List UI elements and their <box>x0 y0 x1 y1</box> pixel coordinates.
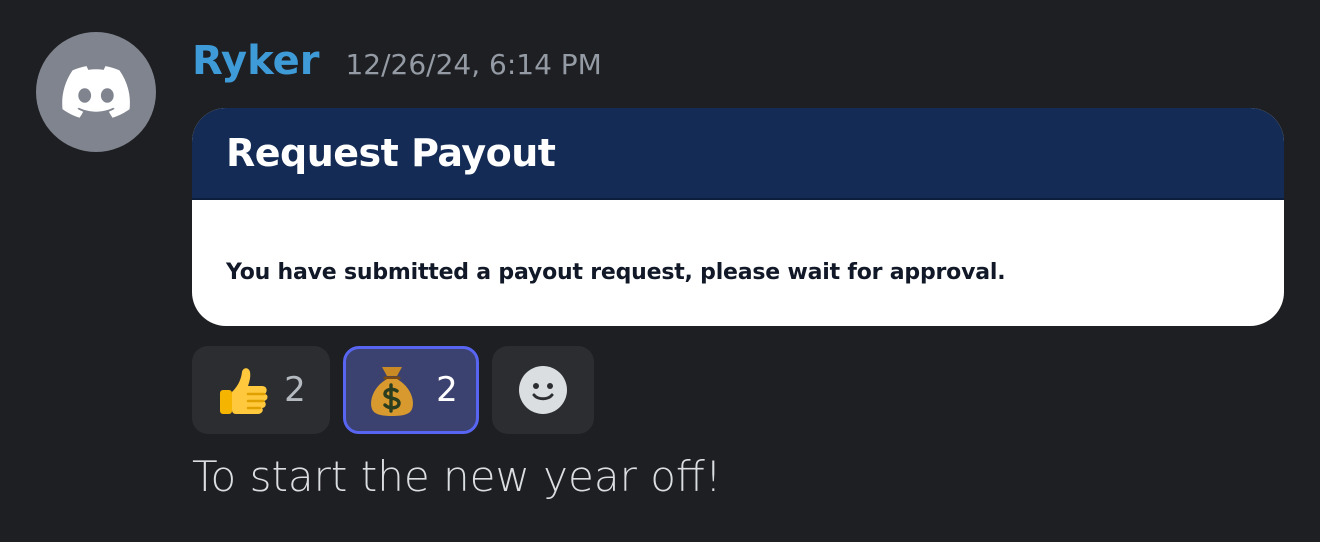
user-avatar[interactable] <box>36 32 156 152</box>
add-reaction-icon <box>515 362 571 418</box>
money-bag-icon <box>364 362 420 418</box>
message-header: Ryker 12/26/24, 6:14 PM <box>192 38 602 98</box>
reaction-count: 2 <box>436 370 458 410</box>
message-text: To start the new year off! <box>192 452 722 501</box>
thumbs-up-icon <box>216 362 272 418</box>
embed-description: You have submitted a payout request, ple… <box>226 260 1006 285</box>
embed-title: Request Payout <box>226 131 556 175</box>
add-reaction-button[interactable] <box>492 346 594 434</box>
reaction-count: 2 <box>284 370 306 410</box>
reaction-money-bag[interactable]: 2 <box>343 346 479 434</box>
embed-header: Request Payout <box>192 108 1284 200</box>
reaction-thumbs-up[interactable]: 2 <box>192 346 330 434</box>
discord-logo-icon <box>62 66 130 118</box>
timestamp: 12/26/24, 6:14 PM <box>345 48 602 81</box>
embed-card: Request Payout You have submitted a payo… <box>192 108 1284 326</box>
embed-body: You have submitted a payout request, ple… <box>192 200 1284 285</box>
username[interactable]: Ryker <box>192 38 319 84</box>
